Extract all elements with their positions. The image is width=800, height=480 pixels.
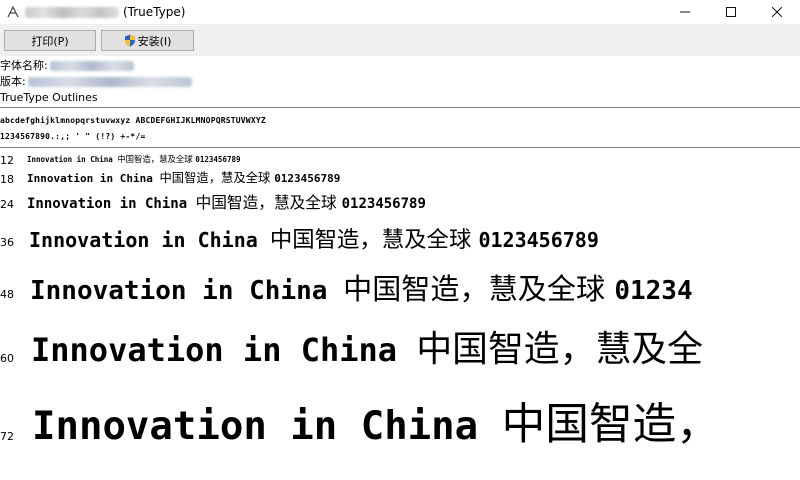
sample-digits: 0123456789	[274, 172, 341, 185]
window-title: (TrueType)	[123, 5, 186, 19]
sample-text: Innovation in China 中国智造，慧及全球 01234	[30, 266, 693, 312]
font-name-label: 字体名称:	[0, 59, 48, 72]
maximize-icon	[726, 7, 736, 17]
print-button-label: 打印(P)	[31, 34, 69, 48]
sample-cjk: 中国智造，慧及全球	[117, 154, 196, 164]
sample-latin: Innovation in China	[30, 276, 344, 306]
version-line: 版本:	[0, 74, 800, 90]
sample-row-12: 12 Innovation in China 中国智造，慧及全球 01234567…	[0, 152, 800, 166]
sample-row-18: 18 Innovation in China 中国智造，慧及全球 01234567…	[0, 168, 800, 188]
sample-cjk: 中国智造，慧及全球	[269, 227, 479, 253]
sample-cjk: 中国智造，慧及全球	[159, 171, 275, 185]
sample-digits: 01234	[614, 276, 693, 306]
maximize-button[interactable]	[708, 0, 754, 24]
sample-text: Innovation in China 中国智造，慧及全球 0123456789	[29, 223, 599, 257]
toolbar: 打印(P) 安装(I)	[0, 24, 800, 56]
outlines-line: TrueType Outlines	[0, 90, 800, 106]
install-button-label: 安装(I)	[137, 34, 172, 48]
blurred-font-name-value	[49, 61, 134, 71]
close-icon	[772, 7, 782, 17]
sample-text: Innovation in China 中国智造，慧及全球 0123456789	[27, 168, 340, 188]
sample-text: Innovation in China 中国智造，	[32, 390, 720, 460]
size-label: 36	[0, 236, 14, 249]
version-label: 版本:	[0, 75, 26, 88]
sample-digits: 0123456789	[478, 228, 599, 252]
print-button[interactable]: 打印(P)	[4, 30, 96, 51]
divider	[0, 107, 800, 108]
sample-latin: Innovation in China	[27, 155, 118, 164]
sample-row-24: 24 Innovation in China 中国智造，慧及全球 01234567…	[0, 190, 800, 216]
outlines-text: TrueType Outlines	[0, 91, 98, 104]
font-icon	[5, 4, 21, 20]
sample-latin: Innovation in China	[32, 404, 502, 449]
blurred-version-value	[27, 77, 192, 87]
minimize-button[interactable]	[662, 0, 708, 24]
charset-line-2: 1234567890.:,; ' " (!?) +-*/=	[0, 132, 146, 141]
sample-row-48: 48 Innovation in China 中国智造，慧及全球 01234	[0, 266, 800, 312]
sample-cjk: 中国智造，慧及全	[416, 329, 703, 370]
charset-line-1: abcdefghijklmnopqrstuvwxyz ABCDEFGHIJKLM…	[0, 116, 266, 125]
sample-latin: Innovation in China	[31, 331, 417, 369]
sample-cjk: 中国智造，慧及全球	[343, 272, 615, 306]
sample-cjk: 中国智造，	[501, 399, 720, 450]
size-label: 18	[0, 173, 14, 186]
sample-row-36: 36 Innovation in China 中国智造，慧及全球 01234567…	[0, 223, 800, 257]
sample-text: Innovation in China 中国智造，慧及全球 0123456789	[27, 190, 426, 216]
sample-digits: 0123456789	[341, 196, 426, 212]
font-name-line: 字体名称:	[0, 58, 800, 74]
font-info: 字体名称: 版本: TrueType Outlines	[0, 58, 800, 106]
size-label: 48	[0, 288, 14, 301]
close-button[interactable]	[754, 0, 800, 24]
size-label: 12	[0, 154, 14, 166]
sample-row-72: 72 Innovation in China 中国智造，	[0, 390, 800, 460]
size-label: 60	[0, 352, 14, 365]
install-button[interactable]: 安装(I)	[101, 30, 194, 51]
sample-digits: 0123456789	[195, 155, 241, 164]
title-bar: (TrueType)	[0, 0, 800, 24]
sample-cjk: 中国智造，慧及全球	[195, 193, 342, 212]
window-controls	[662, 0, 800, 24]
uac-shield-icon	[124, 34, 135, 47]
sample-latin: Innovation in China	[27, 196, 196, 212]
sample-latin: Innovation in China	[29, 228, 270, 252]
divider	[0, 147, 800, 148]
minimize-icon	[680, 11, 690, 13]
size-label: 24	[0, 198, 14, 211]
size-label: 72	[0, 430, 14, 443]
sample-latin: Innovation in China	[27, 172, 160, 185]
sample-row-60: 60 Innovation in China 中国智造，慧及全	[0, 322, 800, 378]
sample-text: Innovation in China 中国智造，慧及全球 0123456789	[27, 152, 241, 166]
blurred-font-name	[25, 6, 119, 18]
sample-text: Innovation in China 中国智造，慧及全	[31, 322, 703, 378]
